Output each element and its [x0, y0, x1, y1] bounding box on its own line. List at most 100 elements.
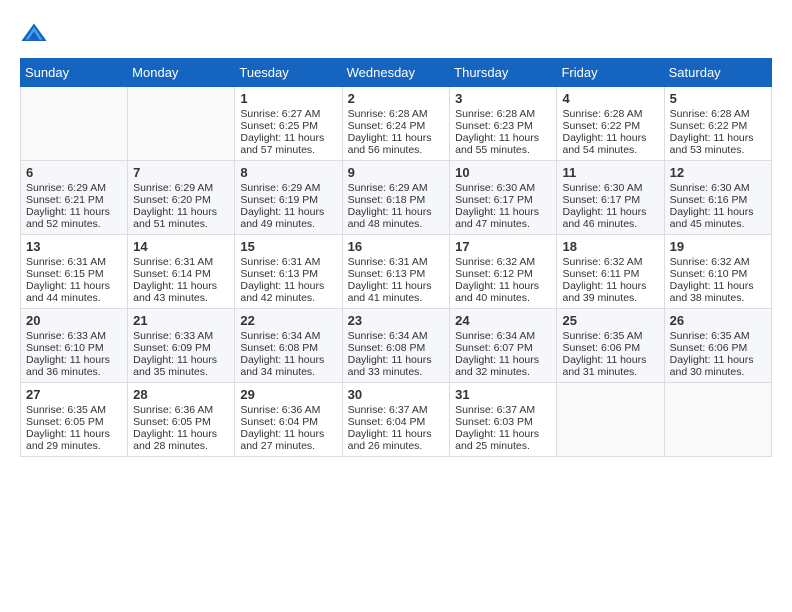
calendar-cell: 1Sunrise: 6:27 AMSunset: 6:25 PMDaylight… — [235, 87, 342, 161]
day-number: 16 — [348, 239, 445, 254]
sunset-text: Sunset: 6:06 PM — [562, 342, 640, 354]
calendar-week-row: 1Sunrise: 6:27 AMSunset: 6:25 PMDaylight… — [21, 87, 772, 161]
logo-icon — [20, 20, 48, 48]
calendar-cell: 25 Sunrise: 6:35 AMSunset: 6:06 PMDayligh… — [557, 309, 664, 383]
day-header-sunday: Sunday — [21, 59, 128, 87]
sunset-text: Sunset: 6:04 PM — [348, 416, 426, 428]
sunrise-text: Sunrise: 6:29 AM — [240, 182, 320, 194]
daylight-text: Daylight: 11 hours and 41 minutes. — [348, 280, 432, 304]
sunset-text: Sunset: 6:13 PM — [240, 268, 318, 280]
sunrise-text: Sunrise: 6:36 AM — [133, 404, 213, 416]
calendar-cell: 14 Sunrise: 6:31 AMSunset: 6:14 PMDayligh… — [128, 235, 235, 309]
day-number: 25 — [562, 313, 658, 328]
daylight-text: Daylight: 11 hours and 31 minutes. — [562, 354, 646, 378]
day-number: 4 — [562, 91, 658, 106]
sunrise-text: Sunrise: 6:37 AM — [455, 404, 535, 416]
calendar-cell — [557, 383, 664, 457]
daylight-text: Daylight: 11 hours and 46 minutes. — [562, 206, 646, 230]
day-number: 24 — [455, 313, 551, 328]
calendar-cell — [21, 87, 128, 161]
sunset-text: Sunset: 6:22 PM — [670, 120, 748, 132]
sunset-text: Sunset: 6:07 PM — [455, 342, 533, 354]
sunset-text: Sunset: 6:19 PM — [240, 194, 318, 206]
calendar-week-row: 13Sunrise: 6:31 AMSunset: 6:15 PMDayligh… — [21, 235, 772, 309]
calendar-cell: 20Sunrise: 6:33 AMSunset: 6:10 PMDayligh… — [21, 309, 128, 383]
calendar-cell: 27Sunrise: 6:35 AMSunset: 6:05 PMDayligh… — [21, 383, 128, 457]
sunrise-text: Sunrise: 6:33 AM — [133, 330, 213, 342]
day-number: 29 — [240, 387, 336, 402]
calendar-cell: 9Sunrise: 6:29 AMSunset: 6:18 PMDaylight… — [342, 161, 450, 235]
sunset-text: Sunset: 6:08 PM — [348, 342, 426, 354]
daylight-text: Daylight: 11 hours and 43 minutes. — [133, 280, 217, 304]
daylight-text: Daylight: 11 hours and 53 minutes. — [670, 132, 754, 156]
day-number: 28 — [133, 387, 229, 402]
calendar-cell: 21Sunrise: 6:33 AMSunset: 6:09 PMDayligh… — [128, 309, 235, 383]
day-number: 11 — [562, 165, 658, 180]
sunrise-text: Sunrise: 6:28 AM — [562, 108, 642, 120]
sunrise-text: Sunrise: 6:28 AM — [455, 108, 535, 120]
calendar-header-row: SundayMondayTuesdayWednesdayThursdayFrid… — [21, 59, 772, 87]
day-number: 23 — [348, 313, 445, 328]
daylight-text: Daylight: 11 hours and 47 minutes. — [455, 206, 539, 230]
calendar-cell: 22Sunrise: 6:34 AMSunset: 6:08 PMDayligh… — [235, 309, 342, 383]
sunset-text: Sunset: 6:15 PM — [26, 268, 104, 280]
calendar-week-row: 20Sunrise: 6:33 AMSunset: 6:10 PMDayligh… — [21, 309, 772, 383]
calendar-week-row: 27Sunrise: 6:35 AMSunset: 6:05 PMDayligh… — [21, 383, 772, 457]
sunrise-text: Sunrise: 6:31 AM — [240, 256, 320, 268]
logo — [20, 20, 52, 48]
daylight-text: Daylight: 11 hours and 25 minutes. — [455, 428, 539, 452]
calendar-cell — [664, 383, 771, 457]
day-number: 7 — [133, 165, 229, 180]
sunrise-text: Sunrise: 6:35 AM — [562, 330, 642, 342]
sunrise-text: Sunrise: 6:30 AM — [455, 182, 535, 194]
sunset-text: Sunset: 6:22 PM — [562, 120, 640, 132]
daylight-text: Daylight: 11 hours and 45 minutes. — [670, 206, 754, 230]
calendar-cell: 10Sunrise: 6:30 AMSunset: 6:17 PMDayligh… — [450, 161, 557, 235]
day-header-thursday: Thursday — [450, 59, 557, 87]
calendar-cell — [128, 87, 235, 161]
day-number: 12 — [670, 165, 766, 180]
sunset-text: Sunset: 6:25 PM — [240, 120, 318, 132]
daylight-text: Daylight: 11 hours and 57 minutes. — [240, 132, 324, 156]
sunrise-text: Sunrise: 6:30 AM — [562, 182, 642, 194]
sunrise-text: Sunrise: 6:28 AM — [348, 108, 428, 120]
sunrise-text: Sunrise: 6:35 AM — [670, 330, 750, 342]
daylight-text: Daylight: 11 hours and 54 minutes. — [562, 132, 646, 156]
sunset-text: Sunset: 6:11 PM — [562, 268, 639, 280]
sunset-text: Sunset: 6:10 PM — [26, 342, 104, 354]
calendar-cell: 4 Sunrise: 6:28 AMSunset: 6:22 PMDaylight… — [557, 87, 664, 161]
calendar-cell: 11Sunrise: 6:30 AMSunset: 6:17 PMDayligh… — [557, 161, 664, 235]
sunset-text: Sunset: 6:13 PM — [348, 268, 426, 280]
sunrise-text: Sunrise: 6:31 AM — [133, 256, 213, 268]
daylight-text: Daylight: 11 hours and 52 minutes. — [26, 206, 110, 230]
calendar-cell: 19Sunrise: 6:32 AMSunset: 6:10 PMDayligh… — [664, 235, 771, 309]
sunset-text: Sunset: 6:14 PM — [133, 268, 211, 280]
sunrise-text: Sunrise: 6:37 AM — [348, 404, 428, 416]
page-header — [20, 20, 772, 48]
calendar-week-row: 6Sunrise: 6:29 AMSunset: 6:21 PMDaylight… — [21, 161, 772, 235]
calendar-cell: 16Sunrise: 6:31 AMSunset: 6:13 PMDayligh… — [342, 235, 450, 309]
sunrise-text: Sunrise: 6:31 AM — [26, 256, 106, 268]
daylight-text: Daylight: 11 hours and 35 minutes. — [133, 354, 217, 378]
day-number: 15 — [240, 239, 336, 254]
calendar-cell: 2Sunrise: 6:28 AMSunset: 6:24 PMDaylight… — [342, 87, 450, 161]
daylight-text: Daylight: 11 hours and 32 minutes. — [455, 354, 539, 378]
sunset-text: Sunset: 6:06 PM — [670, 342, 748, 354]
sunrise-text: Sunrise: 6:33 AM — [26, 330, 106, 342]
daylight-text: Daylight: 11 hours and 30 minutes. — [670, 354, 754, 378]
daylight-text: Daylight: 11 hours and 40 minutes. — [455, 280, 539, 304]
sunset-text: Sunset: 6:12 PM — [455, 268, 533, 280]
day-number: 20 — [26, 313, 122, 328]
day-number: 14 — [133, 239, 229, 254]
sunset-text: Sunset: 6:05 PM — [133, 416, 211, 428]
daylight-text: Daylight: 11 hours and 27 minutes. — [240, 428, 324, 452]
daylight-text: Daylight: 11 hours and 39 minutes. — [562, 280, 646, 304]
daylight-text: Daylight: 11 hours and 51 minutes. — [133, 206, 217, 230]
sunrise-text: Sunrise: 6:36 AM — [240, 404, 320, 416]
sunset-text: Sunset: 6:18 PM — [348, 194, 426, 206]
sunset-text: Sunset: 6:10 PM — [670, 268, 748, 280]
sunrise-text: Sunrise: 6:34 AM — [240, 330, 320, 342]
day-number: 8 — [240, 165, 336, 180]
calendar-cell: 24Sunrise: 6:34 AMSunset: 6:07 PMDayligh… — [450, 309, 557, 383]
calendar-cell: 26Sunrise: 6:35 AMSunset: 6:06 PMDayligh… — [664, 309, 771, 383]
